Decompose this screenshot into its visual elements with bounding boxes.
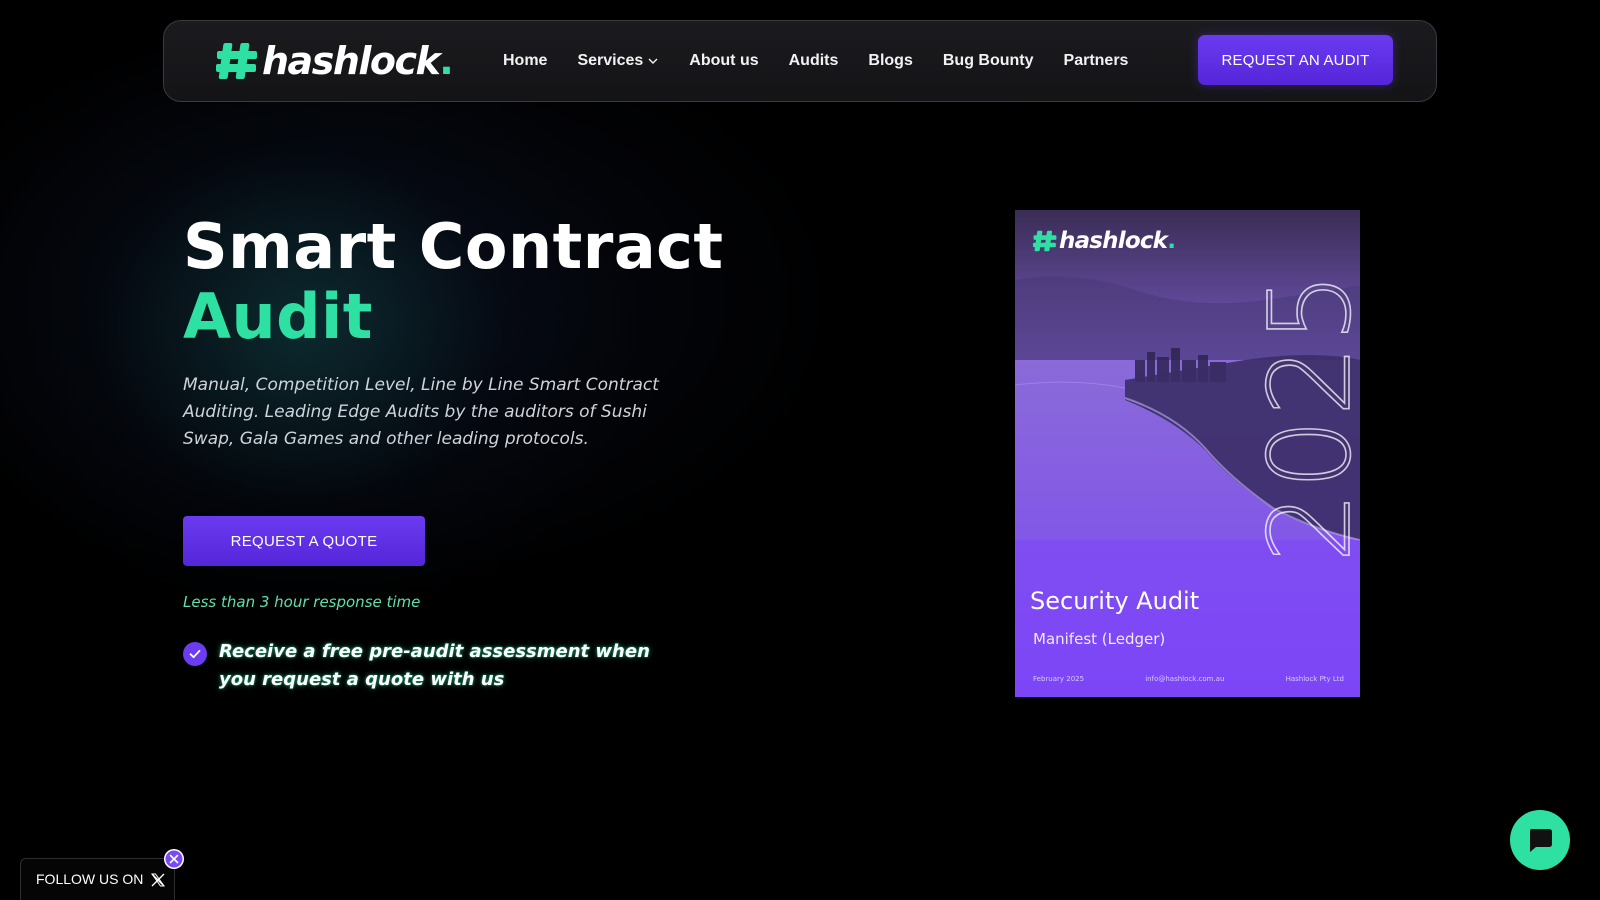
nav-blogs-label: Blogs	[868, 52, 913, 69]
nav-home-label: Home	[503, 52, 548, 69]
check-circle-icon	[183, 642, 207, 666]
follow-us-badge[interactable]: FOLLOW US ON	[20, 858, 175, 900]
brand-logo[interactable]: hashlock .	[216, 39, 454, 83]
nav-home[interactable]: Home	[503, 52, 547, 70]
hero-title-accent: Audit	[183, 280, 373, 353]
security-audit-report-cover: hashlock . 2025 Security Audit Manifest …	[1015, 210, 1360, 697]
nav-about-label: About us	[689, 52, 759, 69]
hero-title-line1: Smart Contract	[183, 210, 724, 283]
brand-name: hashlock	[262, 39, 441, 83]
nav-partners[interactable]: Partners	[1064, 52, 1129, 70]
nav-blogs[interactable]: Blogs	[868, 52, 912, 70]
hash-logo-icon	[216, 43, 257, 79]
close-icon[interactable]	[164, 849, 184, 869]
hero-title: Smart Contract Audit	[183, 212, 724, 352]
nav-bug-bounty-label: Bug Bounty	[942, 52, 1034, 69]
cover-year: 2025	[1257, 269, 1360, 564]
nav-services[interactable]: Services	[577, 52, 659, 70]
hero-subtitle: Manual, Competition Level, Line by Line …	[183, 375, 659, 449]
chat-bubble-icon	[1530, 829, 1552, 852]
cover-footer: February 2025 info@hashlock.com.au Hashl…	[1033, 675, 1344, 683]
cover-title: Security Audit	[1030, 587, 1200, 615]
follow-label: FOLLOW US ON	[36, 871, 144, 887]
response-time-note: Less than 3 hour response time	[183, 593, 421, 611]
nav-services-label: Services	[577, 52, 644, 69]
navbar: hashlock . Home Services About us Audits…	[163, 20, 1437, 102]
nav-audits[interactable]: Audits	[789, 52, 839, 70]
cover-brand-dot: .	[1167, 228, 1176, 254]
cover-subtitle: Manifest (Ledger)	[1033, 630, 1166, 648]
chat-button[interactable]	[1510, 810, 1570, 870]
request-audit-button[interactable]: REQUEST AN AUDIT	[1198, 35, 1393, 85]
nav-audits-label: Audits	[788, 52, 839, 69]
hash-logo-icon	[1033, 230, 1057, 252]
brand-dot: .	[439, 39, 454, 83]
cover-brand-name: hashlock	[1059, 228, 1168, 254]
nav-bug-bounty[interactable]: Bug Bounty	[943, 52, 1034, 70]
cover-brand-logo: hashlock .	[1033, 228, 1176, 254]
benefit-text: Receive a free pre-audit assessment when…	[219, 641, 650, 690]
nav-about[interactable]: About us	[689, 52, 758, 70]
benefit-row: Receive a free pre-audit assessment when…	[183, 638, 659, 694]
cover-footer-date: February 2025	[1033, 675, 1085, 683]
chevron-down-icon	[648, 58, 658, 64]
cover-footer-company: Hashlock Pty Ltd	[1285, 675, 1344, 683]
nav-partners-label: Partners	[1063, 52, 1129, 69]
request-quote-button[interactable]: REQUEST A QUOTE	[183, 516, 425, 566]
x-logo-icon	[151, 873, 166, 887]
page: hashlock . Home Services About us Audits…	[0, 0, 1600, 900]
cover-footer-email: info@hashlock.com.au	[1145, 675, 1225, 683]
nav-links: Home Services About us Audits Blogs Bug …	[503, 21, 1158, 101]
cover-year-text: 2025	[1257, 270, 1360, 563]
